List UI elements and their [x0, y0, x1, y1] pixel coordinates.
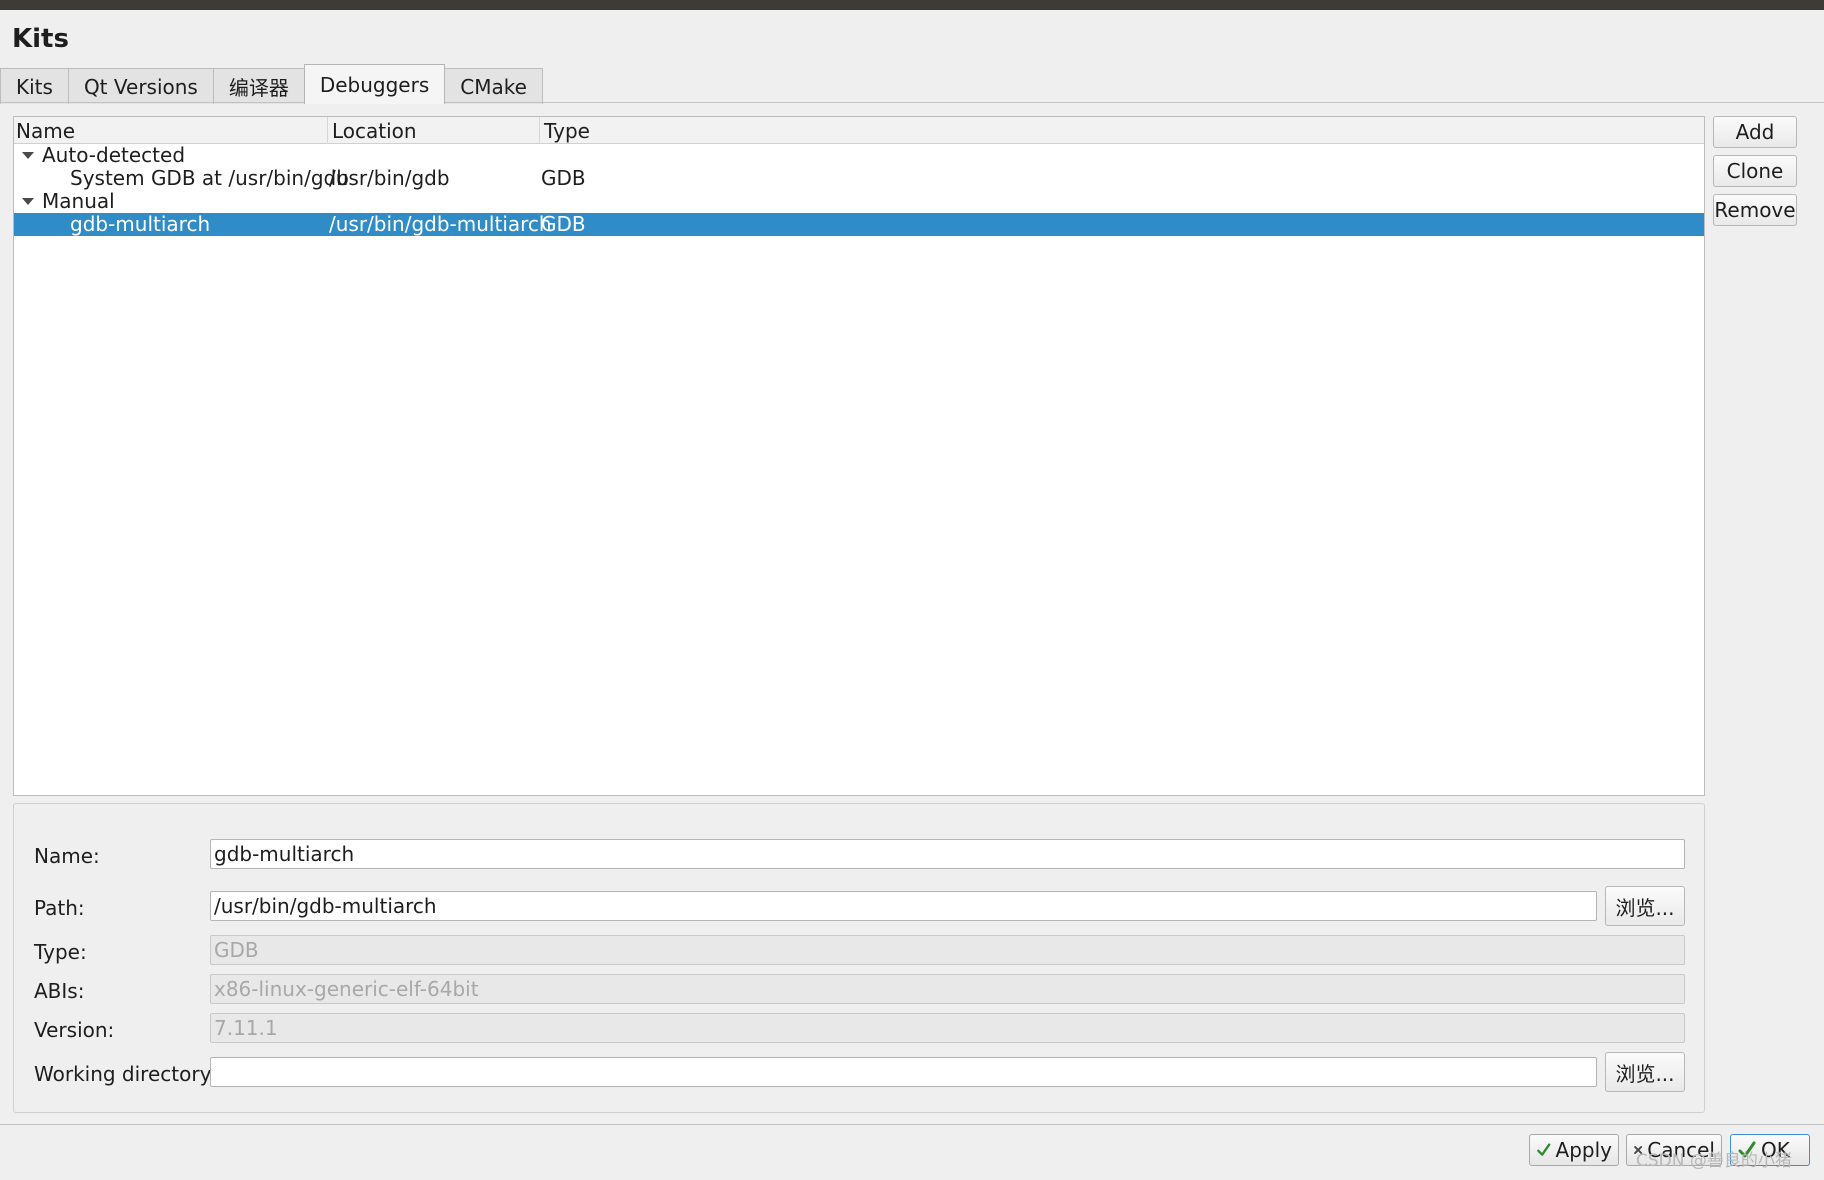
tab-debuggers[interactable]: Debuggers [303, 64, 446, 104]
path-browse-button[interactable]: 浏览... [1605, 886, 1685, 926]
debugger-details-group: Name: gdb-multiarch Path: /usr/bin/gdb-m… [13, 803, 1705, 1113]
abis-field: x86-linux-generic-elf-64bit [210, 974, 1685, 1004]
name-label: Name: [34, 844, 100, 868]
type-label: Type: [34, 940, 87, 964]
name-field[interactable]: gdb-multiarch [210, 839, 1685, 869]
group-label: Manual [42, 189, 115, 213]
tree-header: Name Location Type [14, 117, 1704, 144]
page-title: Kits [12, 24, 69, 54]
row-name: System GDB at /usr/bin/gdb [70, 166, 349, 190]
tab-kits[interactable]: Kits [0, 68, 69, 104]
tab-compilers[interactable]: 编译器 [212, 68, 305, 104]
debugger-tree[interactable]: Name Location Type Auto-detected System … [13, 116, 1705, 796]
window-titlebar [0, 0, 1824, 10]
workdir-browse-button[interactable]: 浏览... [1605, 1052, 1685, 1092]
row-type: GDB [541, 166, 586, 190]
path-field[interactable]: /usr/bin/gdb-multiarch [210, 891, 1597, 921]
checkmark-icon [1537, 1143, 1551, 1156]
add-button[interactable]: Add [1713, 116, 1797, 148]
tree-row-selected[interactable]: gdb-multiarch /usr/bin/gdb-multiarch GDB [14, 213, 1704, 236]
row-location: /usr/bin/gdb-multiarch [329, 212, 552, 236]
column-header-location[interactable]: Location [328, 117, 540, 144]
abis-label: ABIs: [34, 979, 85, 1003]
tab-bar: Kits Qt Versions 编译器 Debuggers CMake [0, 64, 543, 104]
row-name: gdb-multiarch [70, 212, 211, 236]
row-type: GDB [541, 212, 586, 236]
tab-cmake[interactable]: CMake [444, 68, 543, 104]
type-field: GDB [210, 935, 1685, 965]
remove-button[interactable]: Remove [1713, 194, 1797, 226]
tree-group-auto-detected[interactable]: Auto-detected [14, 144, 1704, 167]
group-label: Auto-detected [42, 143, 186, 167]
tree-row[interactable]: System GDB at /usr/bin/gdb /usr/bin/gdb … [14, 167, 1704, 190]
apply-label: Apply [1555, 1138, 1612, 1162]
expand-arrow-icon[interactable] [22, 152, 34, 159]
workdir-field[interactable] [210, 1057, 1597, 1087]
apply-button[interactable]: Apply [1529, 1134, 1619, 1166]
tree-group-manual[interactable]: Manual [14, 190, 1704, 213]
row-location: /usr/bin/gdb [329, 166, 450, 190]
version-label: Version: [34, 1018, 115, 1042]
watermark: CSDN @善良的小猪 [1636, 1151, 1792, 1171]
version-field: 7.11.1 [210, 1013, 1685, 1043]
expand-arrow-icon[interactable] [22, 198, 34, 205]
tab-qt-versions[interactable]: Qt Versions [67, 68, 214, 104]
path-label: Path: [34, 896, 85, 920]
workdir-label: Working directory: [34, 1062, 217, 1086]
column-header-name[interactable]: Name [14, 117, 328, 144]
column-header-type[interactable]: Type [540, 117, 1704, 144]
clone-button[interactable]: Clone [1713, 155, 1797, 187]
